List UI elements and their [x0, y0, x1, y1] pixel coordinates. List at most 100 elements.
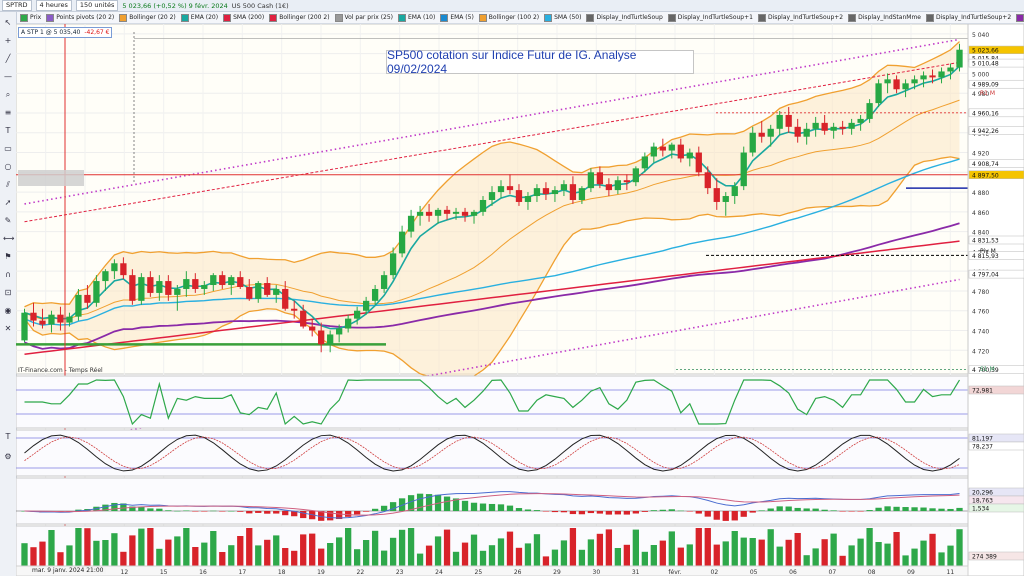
indicator-label: SMA (50)	[554, 14, 582, 21]
settings-icon[interactable]: ⚙	[3, 452, 13, 461]
indicator-item[interactable]: Prix	[20, 13, 41, 22]
macd-hist-bar	[219, 511, 226, 512]
pivot-p-label: Piv M	[980, 248, 996, 255]
order-label[interactable]: A STP 1 @ 5 035,40 -42,67 €	[18, 27, 113, 38]
volume-bar	[345, 528, 352, 566]
volume-bar	[21, 543, 28, 566]
candle-body	[920, 75, 927, 80]
crosshair-icon[interactable]: +	[3, 36, 13, 45]
candle-body	[443, 209, 451, 214]
macd-hist-bar	[569, 511, 577, 515]
volume-bar	[713, 544, 720, 566]
channel-icon[interactable]: ⫽	[3, 180, 13, 189]
indicator-item[interactable]: Vol par prix (25)	[334, 13, 393, 22]
x-tick-label: févr.	[668, 569, 681, 576]
indicator-item[interactable]: Bollinger (20 2)	[119, 13, 176, 22]
macd-hist-bar	[803, 508, 810, 511]
volume-bar	[389, 537, 397, 566]
x-tick-label: 02	[711, 569, 719, 576]
macd-hist-bar	[506, 505, 514, 511]
volume-bar	[102, 540, 109, 566]
macd-hist-bar	[650, 510, 657, 511]
rectangle-icon[interactable]: ▭	[3, 144, 13, 153]
indicator-item[interactable]: Display_IndStanMme	[848, 13, 921, 22]
indicator-item[interactable]: EMA (10)	[398, 13, 435, 22]
indicator-item[interactable]: SMA (50)	[544, 13, 582, 22]
candle-body	[147, 277, 154, 293]
volume-bar	[66, 545, 73, 566]
x-tick-label: 07	[829, 569, 837, 576]
timeframe-selector[interactable]: 4 heures	[35, 0, 72, 11]
macd-hist-bar	[659, 509, 666, 511]
pen-icon[interactable]: ✎	[3, 216, 13, 225]
arrow-icon[interactable]: ➚	[3, 198, 13, 207]
candle-body	[66, 316, 73, 323]
x-tick-label: 29	[553, 569, 561, 576]
macd-hist-bar	[785, 506, 792, 511]
indicator-item[interactable]: Points pivots (20 2)	[46, 13, 114, 22]
macd-hist-bar	[282, 511, 289, 516]
cursor-icon[interactable]: ↖	[3, 18, 13, 27]
price-tag-label: 5 023,66	[972, 48, 999, 55]
x-tick-label: 12	[121, 569, 129, 576]
volume-bar	[839, 555, 846, 566]
indicator-item[interactable]: Bollinger (200 2)	[269, 13, 330, 22]
macd-hist-bar	[237, 511, 244, 512]
candle-body	[560, 184, 568, 191]
candle-body	[48, 314, 55, 325]
x-tick-label: 18	[278, 569, 286, 576]
text-icon[interactable]: T	[3, 126, 13, 135]
indicator-color-swatch	[586, 13, 595, 22]
chart-title-annotation: SP500 cotation sur Indice Futur de IG. A…	[386, 48, 694, 76]
indicator-item[interactable]: EMA (20)	[180, 13, 218, 22]
indicator-item[interactable]: Display_IndTurtleSoup+2	[757, 13, 843, 22]
fibonacci-icon[interactable]: ≡	[3, 108, 13, 117]
macd-hist-bar	[111, 502, 118, 511]
indicator-item[interactable]: SMA (100)	[1016, 13, 1024, 22]
candle-body	[425, 211, 433, 216]
y-tick-label: 4 840	[972, 230, 989, 237]
trash-icon[interactable]: ✕	[3, 324, 13, 333]
x-tick-label: 11	[947, 569, 955, 576]
candle-body	[398, 231, 406, 254]
candle-body	[327, 334, 334, 345]
macd-hist-bar	[524, 509, 532, 511]
ellipse-icon[interactable]: ○	[3, 162, 13, 171]
text-tool-icon[interactable]: T	[3, 432, 13, 441]
macd-hist-bar	[273, 511, 280, 514]
price-chart[interactable]: 4 7204 7404 7604 7804 8004 8204 8404 860…	[16, 24, 1024, 576]
symbol-selector[interactable]: SPTRD	[2, 0, 32, 11]
indicator-item[interactable]: Display_IndTurtleSoup+2	[925, 13, 1011, 22]
price-tag-label: 4 908,74	[972, 161, 999, 168]
indicator-item[interactable]: Display_IndTurtleSoup	[586, 13, 663, 22]
magnet-icon[interactable]: ∩	[3, 270, 13, 279]
measure-icon[interactable]: ⟷	[3, 234, 14, 243]
volume-bar	[560, 540, 568, 566]
indicator-item[interactable]: SMA (200)	[223, 13, 264, 22]
candle-body	[578, 188, 586, 200]
eye-icon[interactable]: ◉	[3, 306, 13, 315]
candle-body	[183, 279, 190, 289]
horizontal-line-icon[interactable]: —	[3, 72, 13, 81]
zoom-icon[interactable]: ⌕	[3, 90, 13, 99]
candle-body	[21, 312, 28, 341]
macd-hist-bar	[362, 511, 370, 512]
alert-icon[interactable]: ⚑	[3, 252, 13, 261]
candle-body	[389, 253, 397, 276]
lock-icon[interactable]: ⊡	[3, 288, 13, 297]
volume-bar	[740, 537, 747, 566]
trendline-icon[interactable]: ╱	[3, 54, 13, 63]
macd-hist-bar	[884, 506, 891, 511]
volume-bar	[506, 531, 514, 566]
macd-hist-bar	[156, 508, 163, 511]
units-selector[interactable]: 150 unités	[75, 0, 119, 11]
indicator-item[interactable]: Display_IndTurtleSoup+1	[667, 13, 753, 22]
candle-body	[722, 196, 729, 202]
volume-bar	[336, 537, 343, 566]
y-tick-label: 4 880	[972, 190, 989, 197]
panel-value-label: 274 389	[972, 554, 997, 561]
candle-body	[740, 152, 747, 187]
indicator-item[interactable]: EMA (5)	[440, 13, 474, 22]
candle-body	[434, 209, 442, 216]
indicator-item[interactable]: Bollinger (100 2)	[478, 13, 539, 22]
